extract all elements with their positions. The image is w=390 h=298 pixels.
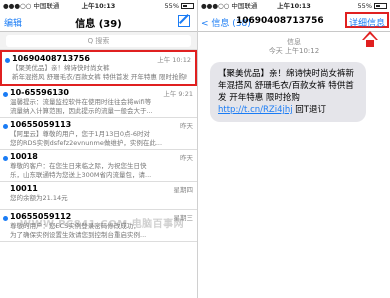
navigation-bar: < 信息 (38) 10690408713756 详细信息	[198, 12, 390, 32]
message-bubble: 【聚美优品】亲！绵诗快时尚女裤新年混搭风 舒珊毛衣/百款女裤 特供首发 开年特惠…	[210, 62, 366, 122]
unread-dot-icon	[5, 58, 10, 63]
message-time: 昨天	[180, 154, 193, 162]
message-row-10690408713756[interactable]: 10690408713756 上午 10:12 【聚美优品】亲！绵诗快时尚女裤 …	[0, 50, 197, 86]
bubble-text: 【聚美优品】亲！绵诗快时尚女裤新年混搭风 舒珊毛衣/百款女裤 特供首发 开年特惠…	[218, 69, 355, 103]
message-preview-line2: 您的RDS实例dsfefz2evnunme做维护，实例在此...	[10, 138, 163, 147]
site-watermark: WWW.PC841.COM 电脑百事网	[20, 219, 185, 230]
message-time: 星期四	[173, 186, 194, 194]
bubble-link[interactable]: http://t.cn/RZi4jhj	[218, 105, 293, 115]
message-preview-line1: 【阿里云】尊敬的用户，您于1月13日0点-6时对	[10, 130, 151, 138]
message-row-10018[interactable]: 10018 昨天 尊敬的客户：在您生日来临之际，为祝您生日快 乐，山东联通特为您…	[0, 150, 197, 182]
message-sender: 10655059113	[10, 120, 72, 129]
message-preview-line1: 温馨提示：流量监控软件在使用时往往会将wifi等	[10, 98, 152, 106]
conversation-title: 10690408713756	[236, 16, 324, 26]
battery-icon	[181, 3, 194, 9]
conversation-screen: ●●●○○ 中国联通 上午10:13 55% < 信息 (38) 1069040…	[197, 0, 390, 298]
battery-percent: 55%	[357, 2, 372, 10]
message-row-10655059113[interactable]: 10655059113 昨天 【阿里云】尊敬的用户，您于1月13日0点-6时对 …	[0, 118, 197, 150]
unread-dot-icon	[3, 92, 8, 97]
message-preview-line2: 新年混搭风 舒珊毛衣/百款女裤 特供首发 开年特惠 限时抢购h...	[12, 72, 187, 81]
status-bar: ●●●○○ 中国联通 上午10:13 55%	[198, 0, 390, 12]
bubble-suffix: 回T退订	[292, 105, 327, 115]
message-preview-line1: 【聚美优品】亲！绵诗快时尚女裤	[12, 64, 110, 72]
message-preview-line2: 乐，山东联通特为您送上300M省内流量包，请...	[10, 170, 152, 179]
message-time: 昨天	[180, 122, 193, 130]
navigation-bar: 编辑 信息 (39)	[0, 12, 197, 32]
status-bar: ●●●○○ 中国联通 上午10:13 55%	[0, 0, 197, 12]
conversation-date: 今天 上午10:12	[268, 47, 320, 55]
page-title: 信息 (39)	[75, 19, 122, 30]
battery-percent: 55%	[164, 2, 179, 10]
unread-dot-icon	[3, 156, 8, 161]
unread-dot-icon	[3, 124, 8, 129]
compose-icon[interactable]	[178, 15, 190, 27]
message-preview-line2: 为了确保实例设置生效请您到控制台重启实例...	[10, 230, 147, 239]
conversation-header: 信息 今天 上午10:12	[198, 38, 390, 56]
message-preview-line1: 您的余额为21.14元	[10, 194, 68, 202]
unread-dot-icon	[3, 216, 8, 221]
message-row-10011[interactable]: 10011 星期四 您的余额为21.14元	[0, 182, 197, 210]
message-preview-line1: 尊敬的客户：在您生日来临之际，为祝您生日快	[10, 162, 147, 170]
message-time: 上午 10:12	[157, 56, 191, 64]
message-sender: 10018	[10, 152, 38, 161]
message-sender: 10011	[10, 184, 38, 193]
arrow-up-inner-icon	[364, 34, 376, 40]
message-time: 上午 9:21	[163, 90, 193, 98]
search-bar: Q 搜索	[0, 32, 197, 50]
details-button[interactable]: 详细信息	[344, 12, 389, 29]
battery-icon	[374, 3, 387, 9]
message-sender: 10-65596130	[10, 88, 69, 97]
message-list-screen: ●●●○○ 中国联通 上午10:13 55% 编辑 信息 (39) Q 搜索 1…	[0, 0, 197, 298]
battery-indicator: 55%	[358, 0, 387, 12]
battery-indicator: 55%	[165, 0, 194, 12]
search-input[interactable]: Q 搜索	[6, 35, 191, 47]
message-row-10-65596130[interactable]: 10-65596130 上午 9:21 温馨提示：流量监控软件在使用时往往会将w…	[0, 86, 197, 118]
message-preview-line2: 流量纳入计算范围，因此提示的流量一般会大于...	[10, 106, 153, 115]
